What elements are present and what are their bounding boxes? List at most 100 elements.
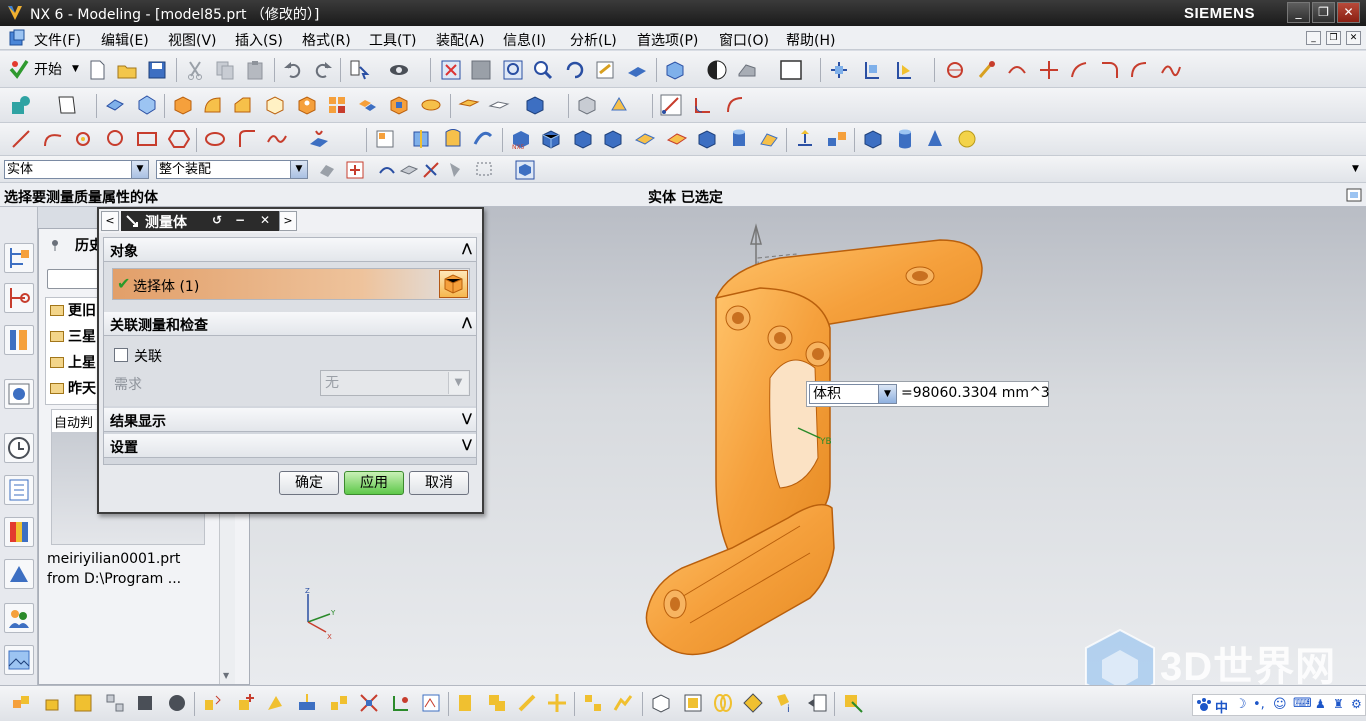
select-body-row[interactable]: ✔ 选择体 (1) xyxy=(112,268,470,300)
history-group-row[interactable]: 三星 xyxy=(50,326,102,350)
copy-icon[interactable] xyxy=(214,59,236,81)
revolve-icon[interactable] xyxy=(136,94,158,116)
dialog-expand-right-icon[interactable]: > xyxy=(279,211,297,231)
apply-button[interactable]: 应用 xyxy=(344,471,404,495)
synchronous-icon[interactable] xyxy=(576,94,598,116)
arc-icon[interactable] xyxy=(42,128,64,150)
start-button[interactable]: 开始 xyxy=(8,58,62,84)
exploded-view-icon[interactable] xyxy=(328,692,350,714)
reset-icon[interactable]: ↺ xyxy=(207,211,227,231)
layers-icon[interactable] xyxy=(826,128,848,150)
draft-icon[interactable] xyxy=(666,128,688,150)
bracket-part-model[interactable]: YB xyxy=(620,218,1000,668)
intersect-icon[interactable] xyxy=(420,94,442,116)
perspective-icon[interactable] xyxy=(626,59,648,81)
polygon-icon[interactable] xyxy=(168,128,190,150)
deformable-icon[interactable] xyxy=(612,692,634,714)
wave-geometry-icon[interactable] xyxy=(420,692,442,714)
rotate-icon[interactable] xyxy=(564,59,586,81)
background-icon[interactable] xyxy=(780,59,802,81)
unite-icon[interactable] xyxy=(356,94,378,116)
menu-help[interactable]: 帮助(H) xyxy=(786,30,835,50)
save-icon[interactable] xyxy=(146,59,168,81)
line-icon[interactable] xyxy=(10,128,32,150)
snap-toggle-icon[interactable] xyxy=(514,159,536,181)
process-studio-tab[interactable] xyxy=(4,559,34,589)
associative-group-header[interactable]: 关联测量和检查 ⋀ xyxy=(104,312,476,336)
spline-icon[interactable] xyxy=(266,128,288,150)
requirement-select[interactable]: 无 ▼ xyxy=(320,370,470,396)
menu-information[interactable]: 信息(I) xyxy=(503,30,546,50)
menu-edit[interactable]: 编辑(E) xyxy=(101,30,149,50)
feature-select-icon[interactable] xyxy=(376,159,398,181)
cylinder-feature-icon[interactable] xyxy=(728,128,750,150)
collapse-dialog-icon[interactable]: − xyxy=(230,211,250,231)
orient-view-icon[interactable] xyxy=(664,59,686,81)
mdi-minimize-button[interactable]: _ xyxy=(1306,31,1321,45)
ellipse-icon[interactable] xyxy=(204,128,226,150)
system-materials-tab[interactable] xyxy=(4,475,34,505)
add-component-icon[interactable] xyxy=(42,692,64,714)
measure-angle-icon[interactable] xyxy=(692,94,714,116)
move-object-icon[interactable] xyxy=(794,128,816,150)
thicken-icon[interactable] xyxy=(488,94,510,116)
smiley-icon[interactable]: ☺ xyxy=(1273,697,1287,712)
sweep-icon[interactable] xyxy=(472,128,494,150)
pin-icon[interactable] xyxy=(49,239,61,251)
part-info-icon[interactable] xyxy=(742,692,764,714)
cone-primitive-icon[interactable] xyxy=(924,128,946,150)
scope-filter-combo[interactable]: 整个装配 ▼ xyxy=(156,160,308,179)
undo-icon[interactable] xyxy=(282,59,304,81)
rectangle-icon[interactable] xyxy=(136,128,158,150)
section-view-icon[interactable] xyxy=(410,128,432,150)
part-navigator-icon[interactable] xyxy=(374,128,396,150)
history-group-row[interactable]: 更旧 xyxy=(50,300,102,324)
render-style-icon[interactable] xyxy=(706,59,728,81)
zoom-window-icon[interactable] xyxy=(502,59,524,81)
roles-icon[interactable] xyxy=(388,59,410,81)
hole-icon[interactable] xyxy=(296,94,318,116)
block-icon[interactable] xyxy=(172,94,194,116)
trim-body-icon[interactable] xyxy=(524,94,546,116)
solid-body-icon[interactable] xyxy=(439,270,468,298)
menu-tools[interactable]: 工具(T) xyxy=(369,30,416,50)
shell-icon[interactable] xyxy=(264,94,286,116)
window-view-icon[interactable] xyxy=(682,692,704,714)
point-icon[interactable] xyxy=(72,128,94,150)
fastener-icon[interactable] xyxy=(454,692,476,714)
menu-preferences[interactable]: 首选项(P) xyxy=(637,30,698,50)
chamfer-icon[interactable] xyxy=(232,94,254,116)
navigator-search-input[interactable] xyxy=(47,269,103,289)
zoom-region-icon[interactable] xyxy=(470,59,492,81)
cylinder-primitive-icon[interactable] xyxy=(894,128,916,150)
constraint-icon[interactable] xyxy=(202,692,224,714)
offset-face-icon[interactable] xyxy=(458,94,480,116)
subtract-icon[interactable] xyxy=(388,94,410,116)
menu-insert[interactable]: 插入(S) xyxy=(235,30,283,50)
circle-icon[interactable] xyxy=(104,128,126,150)
cancel-button[interactable]: 取消 xyxy=(409,471,469,495)
wcs-dynamic-icon[interactable] xyxy=(828,59,850,81)
history-tab[interactable] xyxy=(4,433,34,463)
sequence-icon[interactable] xyxy=(390,692,412,714)
type-filter-combo[interactable]: 实体 ▼ xyxy=(4,160,149,179)
system-scenes-tab[interactable] xyxy=(4,645,34,675)
menu-view[interactable]: 视图(V) xyxy=(168,30,217,50)
component-array-icon[interactable] xyxy=(104,692,126,714)
new-component-icon[interactable] xyxy=(72,692,94,714)
restore-button[interactable]: ❐ xyxy=(1312,2,1335,23)
document-icon[interactable] xyxy=(8,29,26,47)
edge-select-icon[interactable] xyxy=(420,159,442,181)
mdi-restore-button[interactable]: ❐ xyxy=(1326,31,1341,45)
user-icon[interactable]: ♟ xyxy=(1315,697,1326,711)
assembly-cut-icon[interactable] xyxy=(296,692,318,714)
history-file-entry[interactable]: meiriyilian0001.prt from D:\Program ... xyxy=(47,549,181,589)
history-group-row[interactable]: 上星 xyxy=(50,352,102,376)
skin-icon[interactable]: ♜ xyxy=(1333,697,1344,711)
menu-file[interactable]: 文件(F) xyxy=(34,30,81,50)
toolbar-overflow-icon[interactable]: ▼ xyxy=(1352,164,1359,174)
settings-gear-icon[interactable]: ⚙ xyxy=(1351,697,1362,711)
reuse-library-tab[interactable] xyxy=(4,379,34,409)
clip-section-icon[interactable] xyxy=(442,128,464,150)
chain-link-icon[interactable] xyxy=(712,692,734,714)
